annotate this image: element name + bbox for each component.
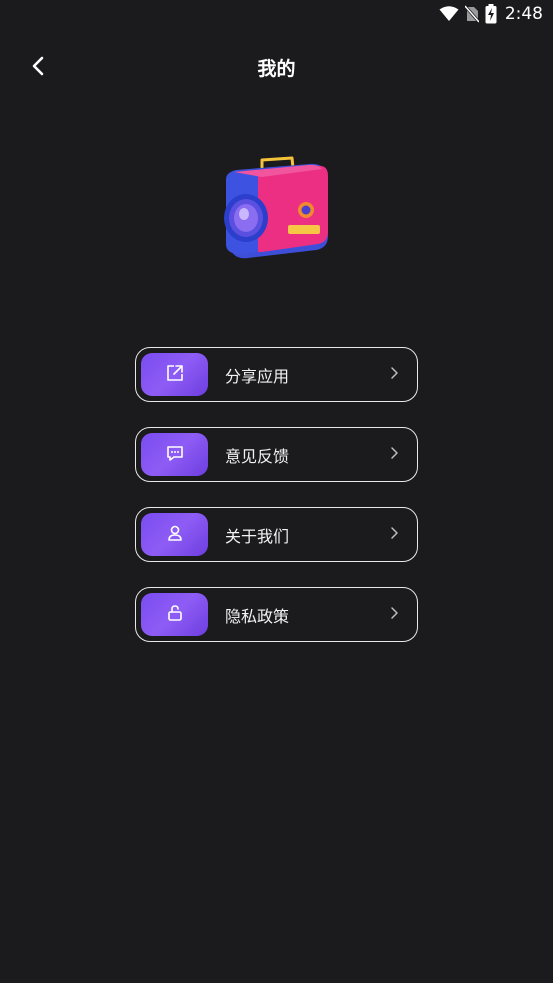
chevron-right-icon — [389, 605, 399, 624]
menu-icon-box — [141, 433, 208, 476]
no-sim-icon — [464, 5, 479, 23]
menu-item-share-app[interactable]: 分享应用 — [135, 347, 418, 402]
chevron-right-icon — [389, 525, 399, 544]
camera-illustration — [218, 152, 336, 268]
menu-item-label: 意见反馈 — [225, 446, 290, 466]
user-icon — [165, 523, 185, 547]
menu-item-label: 关于我们 — [225, 526, 290, 546]
lock-icon — [165, 603, 185, 627]
menu-icon-box — [141, 593, 208, 636]
chevron-right-icon — [389, 365, 399, 384]
header: 我的 — [0, 44, 553, 90]
menu-icon-box — [141, 353, 208, 396]
feedback-icon — [165, 443, 185, 467]
menu-item-privacy-policy[interactable]: 隐私政策 — [135, 587, 418, 642]
menu-item-label: 隐私政策 — [225, 606, 290, 626]
menu-item-about-us[interactable]: 关于我们 — [135, 507, 418, 562]
menu-item-label: 分享应用 — [225, 366, 290, 386]
share-icon — [165, 363, 185, 387]
chevron-right-icon — [389, 445, 399, 464]
menu-icon-box — [141, 513, 208, 556]
wifi-icon — [439, 6, 459, 22]
page-title: 我的 — [257, 58, 296, 80]
status-icons: 2:48 — [439, 4, 543, 24]
status-bar: 2:48 — [0, 0, 553, 30]
battery-charging-icon — [485, 4, 497, 24]
status-time: 2:48 — [504, 4, 543, 24]
menu-item-feedback[interactable]: 意见反馈 — [135, 427, 418, 482]
menu-list: 分享应用 意见反馈 关于我们 隐私政策 — [135, 347, 418, 667]
